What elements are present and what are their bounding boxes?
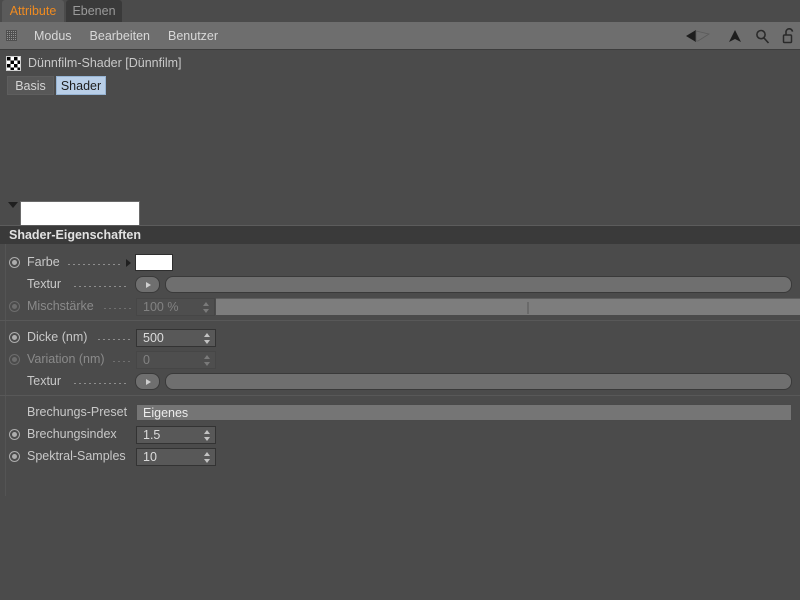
label-textur-farbe: Textur xyxy=(27,277,62,291)
slider-knob[interactable] xyxy=(527,302,529,314)
page-title: Dünnfilm-Shader [Dünnfilm] xyxy=(28,56,182,70)
up-arrow-icon[interactable] xyxy=(727,29,743,43)
number-field-variation[interactable]: 0 xyxy=(136,351,216,369)
dot-leader xyxy=(74,286,126,287)
property-row-brechungs-preset: Brechungs-Preset Eigenes xyxy=(0,402,800,424)
animate-radio-mischstaerke[interactable] xyxy=(9,301,20,312)
label-farbe: Farbe xyxy=(27,255,60,269)
group-separator xyxy=(0,395,800,396)
property-list: Farbe Textur Mischstärke 100 % Dicke (nm… xyxy=(0,244,800,600)
color-swatch-farbe[interactable] xyxy=(135,254,173,271)
texture-path-field-dicke[interactable] xyxy=(165,373,792,390)
chevron-right-icon[interactable] xyxy=(126,259,131,267)
number-value-dicke: 500 xyxy=(143,331,164,345)
number-field-spektral-samples[interactable]: 10 xyxy=(136,448,216,466)
group-separator xyxy=(0,320,800,321)
property-row-variation: Variation (nm) 0 xyxy=(0,349,800,371)
combo-brechungs-preset[interactable]: Eigenes xyxy=(136,404,792,421)
number-value-brechungsindex: 1.5 xyxy=(143,428,161,442)
property-row-farbe: Farbe xyxy=(0,252,800,274)
number-field-mischstaerke[interactable]: 100 % xyxy=(136,298,215,316)
menu-item-modus-label: Modus xyxy=(34,28,72,43)
label-brechungsindex: Brechungsindex xyxy=(27,427,117,441)
property-row-dicke: Dicke (nm) 500 xyxy=(0,327,800,349)
tab-shader[interactable]: Shader xyxy=(56,76,106,95)
menu-item-modus[interactable]: Modus xyxy=(25,22,81,50)
property-row-brechungsindex: Brechungsindex 1.5 xyxy=(0,424,800,446)
tab-basis-label: Basis xyxy=(15,78,46,93)
back-arrow-icon[interactable] xyxy=(685,29,715,43)
number-field-dicke[interactable]: 500 xyxy=(136,329,216,347)
spinner-dicke[interactable] xyxy=(203,333,210,344)
tab-attribute[interactable]: Attribute xyxy=(2,0,64,22)
dot-leader xyxy=(98,339,132,340)
label-mischstaerke: Mischstärke xyxy=(27,299,94,313)
panel-tab-strip: Attribute Ebenen xyxy=(0,0,800,22)
texture-menu-button-farbe[interactable] xyxy=(135,276,160,293)
menu-item-benutzer[interactable]: Benutzer xyxy=(159,22,227,50)
object-title-row: Dünnfilm-Shader [Dünnfilm] xyxy=(0,50,800,76)
dot-leader xyxy=(104,308,132,309)
grip-dots-icon[interactable] xyxy=(6,30,17,41)
dot-leader xyxy=(74,383,126,384)
tab-attribute-label: Attribute xyxy=(9,4,57,18)
section-header-label: Shader-Eigenschaften xyxy=(9,228,141,242)
attribute-manager-window: Attribute Ebenen Modus Bearbeiten Benutz… xyxy=(0,0,800,600)
texture-menu-button-dicke[interactable] xyxy=(135,373,160,390)
number-value-spektral-samples: 10 xyxy=(143,450,157,464)
tab-basis[interactable]: Basis xyxy=(7,76,54,95)
spinner-spektral-samples[interactable] xyxy=(203,452,210,463)
animate-radio-variation[interactable] xyxy=(9,354,20,365)
number-value-mischstaerke: 100 % xyxy=(143,300,179,314)
property-row-mischstaerke: Mischstärke 100 % xyxy=(0,296,800,318)
tab-shader-label: Shader xyxy=(60,78,102,93)
animate-radio-farbe[interactable] xyxy=(9,257,20,268)
animate-radio-spektral-samples[interactable] xyxy=(9,451,20,462)
property-row-textur-farbe: Textur xyxy=(0,274,800,296)
spinner-mischstaerke[interactable] xyxy=(202,302,209,313)
label-brechungs-preset: Brechungs-Preset xyxy=(27,405,128,419)
dot-leader xyxy=(113,361,132,362)
preview-zone xyxy=(0,98,800,321)
number-value-variation: 0 xyxy=(143,353,150,367)
label-variation: Variation (nm) xyxy=(27,352,105,366)
spinner-brechungsindex[interactable] xyxy=(203,430,210,441)
menu-bar-icon-group xyxy=(685,22,796,50)
shader-subtab-strip: Basis Shader xyxy=(0,76,800,98)
spinner-variation[interactable] xyxy=(203,355,210,366)
menu-item-bearbeiten[interactable]: Bearbeiten xyxy=(81,22,159,50)
menu-item-benutzer-label: Benutzer xyxy=(168,28,219,43)
triangle-down-icon[interactable] xyxy=(8,202,18,208)
property-row-spektral-samples: Spektral-Samples 10 xyxy=(0,446,800,468)
tab-ebenen[interactable]: Ebenen xyxy=(66,0,122,22)
lock-open-icon[interactable] xyxy=(782,28,796,44)
search-icon[interactable] xyxy=(755,29,770,44)
texture-path-field-farbe[interactable] xyxy=(165,276,792,293)
menu-item-bearbeiten-label: Bearbeiten xyxy=(89,28,150,43)
dot-leader xyxy=(68,264,122,265)
label-textur-dicke: Textur xyxy=(27,374,62,388)
slider-mischstaerke[interactable] xyxy=(216,298,800,315)
checkerboard-shader-icon xyxy=(6,55,21,71)
tab-ebenen-label: Ebenen xyxy=(72,4,116,18)
menu-bar: Modus Bearbeiten Benutzer xyxy=(0,22,800,50)
animate-radio-brechungsindex[interactable] xyxy=(9,429,20,440)
property-row-textur-dicke: Textur xyxy=(0,371,800,393)
label-spektral-samples: Spektral-Samples xyxy=(27,449,126,463)
animate-radio-dicke[interactable] xyxy=(9,332,20,343)
label-dicke: Dicke (nm) xyxy=(27,330,88,344)
combo-value-brechungs-preset: Eigenes xyxy=(143,405,189,420)
section-header-shader-properties[interactable]: Shader-Eigenschaften xyxy=(0,225,800,244)
number-field-brechungsindex[interactable]: 1.5 xyxy=(136,426,216,444)
